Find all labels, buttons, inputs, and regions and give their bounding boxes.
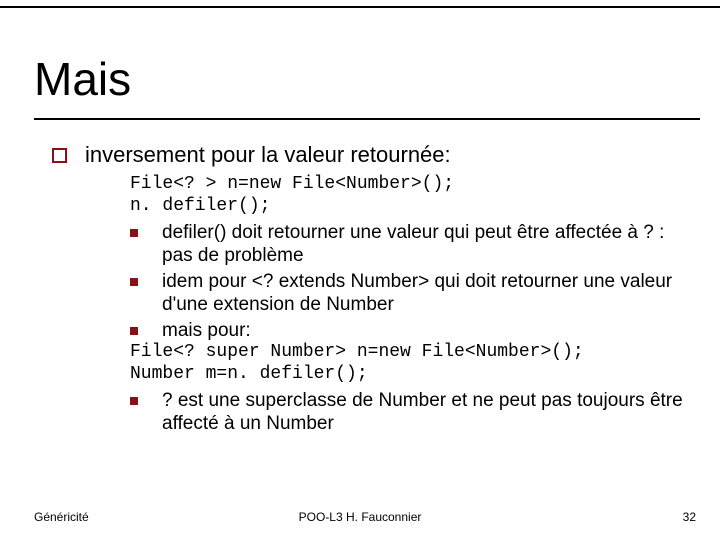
code-line: n. defiler(); bbox=[130, 196, 692, 218]
bullet-level2: mais pour: bbox=[130, 319, 692, 342]
code-line: File<? super Number> n=new File<Number>(… bbox=[130, 342, 692, 364]
code-line: Number m=n. defiler(); bbox=[130, 364, 692, 386]
square-filled-icon bbox=[130, 229, 138, 237]
sub-bullets: defiler() doit retourner une valeur qui … bbox=[130, 221, 692, 343]
title-underline bbox=[34, 118, 700, 120]
slide: Mais inversement pour la valeur retourné… bbox=[0, 0, 720, 540]
footer-page-number: 32 bbox=[683, 510, 696, 524]
footer-left: Généricité bbox=[34, 510, 89, 524]
sub-bullets: ? est une superclasse de Number et ne pe… bbox=[130, 389, 692, 435]
bullet-level2: defiler() doit retourner une valeur qui … bbox=[130, 221, 692, 267]
square-filled-icon bbox=[130, 278, 138, 286]
square-filled-icon bbox=[130, 397, 138, 405]
slide-body: inversement pour la valeur retournée: Fi… bbox=[52, 142, 692, 435]
bullet-text: mais pour: bbox=[162, 319, 251, 342]
square-filled-icon bbox=[130, 327, 138, 335]
footer: Généricité POO-L3 H. Fauconnier 32 bbox=[0, 510, 720, 524]
footer-center: POO-L3 H. Fauconnier bbox=[0, 510, 720, 524]
square-outline-icon bbox=[52, 148, 67, 163]
bullet-text: ? est une superclasse de Number et ne pe… bbox=[162, 389, 692, 435]
bullet-text: defiler() doit retourner une valeur qui … bbox=[162, 221, 692, 267]
code-line: File<? > n=new File<Number>(); bbox=[130, 174, 692, 196]
bullet-level1: inversement pour la valeur retournée: bbox=[52, 142, 692, 168]
bullet-level2: ? est une superclasse de Number et ne pe… bbox=[130, 389, 692, 435]
bullet-level2: idem pour <? extends Number> qui doit re… bbox=[130, 270, 692, 316]
bullet-text: idem pour <? extends Number> qui doit re… bbox=[162, 270, 692, 316]
top-border bbox=[0, 6, 720, 8]
main-point-text: inversement pour la valeur retournée: bbox=[85, 142, 451, 168]
slide-title: Mais bbox=[34, 56, 131, 102]
